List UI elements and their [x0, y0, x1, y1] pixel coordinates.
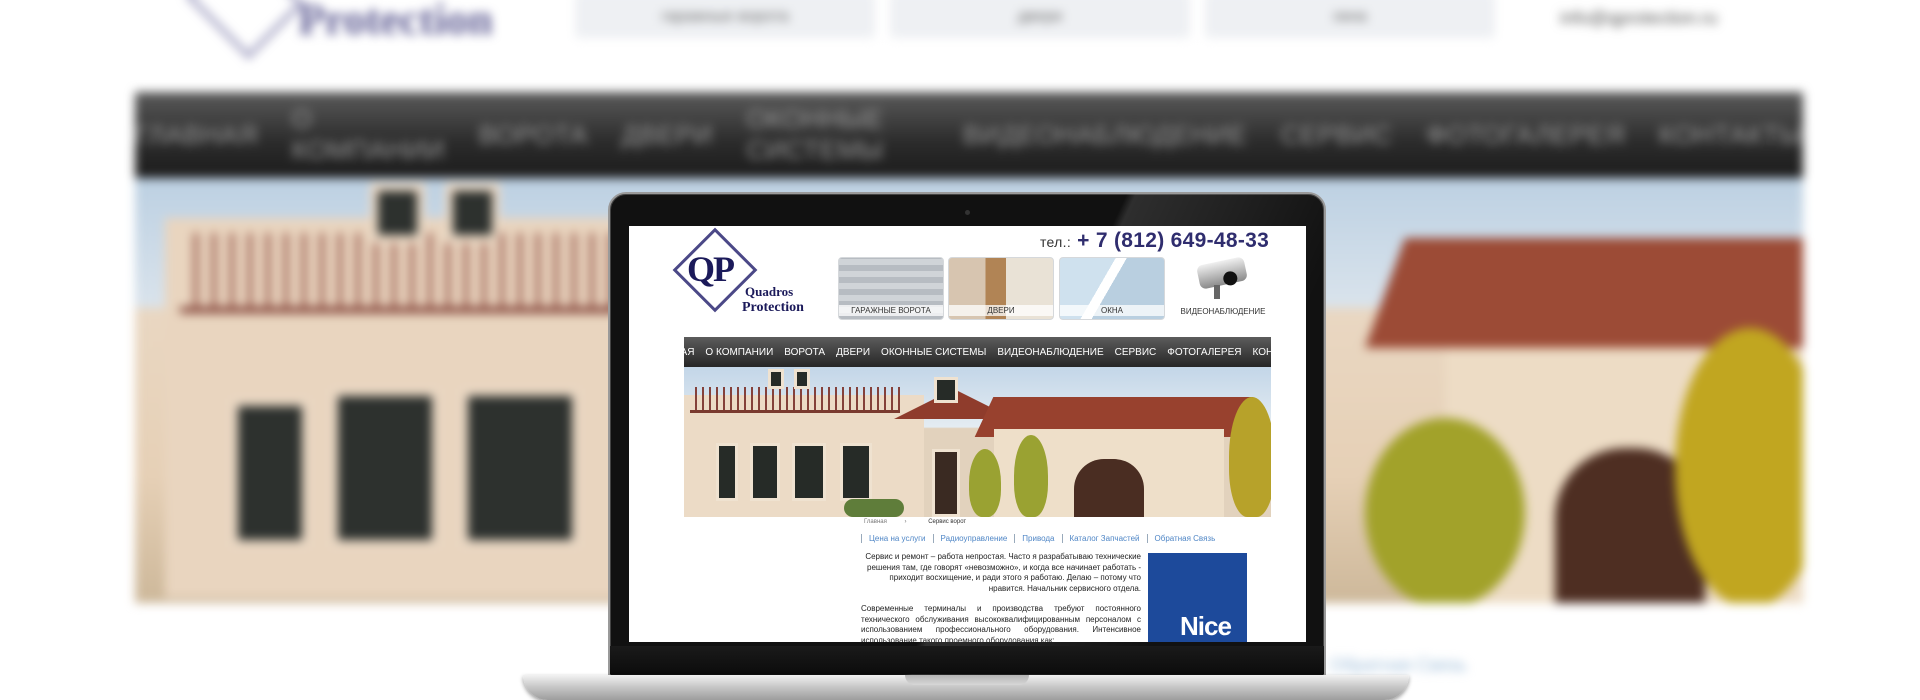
category-garage-doors[interactable]: ГАРАЖНЫЕ ВОРОТА — [838, 257, 944, 320]
nav-item-contacts[interactable]: КОНТАКТЫ — [1253, 347, 1307, 358]
bg-nav-item: О КОМПАНИИ — [291, 104, 445, 165]
subnav-drives[interactable]: Привода — [1014, 534, 1061, 543]
bg-nav-item: ФОТОГАЛЕРЕЯ — [1426, 119, 1625, 150]
phone-number: тел.: + 7 (812) 649-48-33 — [1040, 229, 1269, 253]
breadcrumb-separator: › — [904, 519, 907, 525]
camera-icon — [965, 210, 970, 215]
nice-brand-banner[interactable]: Nice — [1148, 553, 1247, 642]
category-label: ВИДЕОНАБЛЮДЕНИЕ — [1180, 307, 1266, 316]
bg-nav-bar: ГЛАВНАЯ О КОМПАНИИ ВОРОТА ДВЕРИ ОКОННЫЕ … — [135, 92, 1803, 178]
nav-item-doors[interactable]: ДВЕРИ — [836, 347, 870, 358]
phone-prefix: тел.: — [1040, 234, 1072, 250]
bg-email: info@qprotection.ru — [1560, 8, 1718, 28]
bg-nav-item: ВОРОТА — [478, 119, 588, 150]
laptop-bezel-bottom — [610, 646, 1324, 674]
nav-item-video[interactable]: ВИДЕОНАБЛЮДЕНИЕ — [997, 347, 1103, 358]
breadcrumb-current: Сервис ворот — [928, 519, 967, 525]
site-nav-bar: ГЛАВНАЯ О КОМПАНИИ ВОРОТА ДВЕРИ ОКОННЫЕ … — [649, 337, 1306, 367]
bg-nav-item: ДВЕРИ — [621, 119, 713, 150]
nav-item-home[interactable]: ГЛАВНАЯ — [649, 347, 695, 358]
nav-item-service[interactable]: СЕРВИС — [1115, 347, 1157, 358]
bg-nav-item: ОКОННЫЕ СИСТЕМЫ — [746, 104, 884, 165]
nice-logo-text: Nice — [1180, 611, 1232, 641]
logo-line2: Protection — [742, 300, 804, 315]
service-subnav: Цена на услуги Радиоуправление Привода К… — [861, 534, 1222, 543]
bg-nav-item: ВИДЕОНАБЛЮДЕНИЕ — [963, 119, 1247, 150]
bg-thumb-doors: двери — [890, 0, 1190, 38]
category-video-surveillance[interactable]: ВИДЕОНАБЛЮДЕНИЕ — [1170, 256, 1276, 320]
bg-nav-item: КОНТАКТЫ — [1658, 119, 1803, 150]
category-label: ОКНА — [1060, 305, 1164, 316]
subnav-parts-catalog[interactable]: Каталог Запчастей — [1061, 534, 1147, 543]
breadcrumb-home[interactable]: Главная — [864, 519, 887, 525]
mockup-stage: Protection гаражные ворота двери окна in… — [0, 0, 1920, 700]
body-paragraph: Современные терминалы и производства тре… — [861, 604, 1141, 642]
bg-logo-text: Protection — [298, 0, 493, 44]
bg-thumb-garage: гаражные ворота — [575, 0, 875, 38]
bg-nav-item: СЕРВИС — [1280, 119, 1393, 150]
bg-logo-mark — [184, 0, 306, 61]
nav-item-gallery[interactable]: ФОТОГАЛЕРЕЯ — [1167, 347, 1241, 358]
logo-line1: Quadros — [745, 284, 794, 299]
subnav-feedback[interactable]: Обратная Связь — [1146, 534, 1223, 543]
nav-item-windows[interactable]: ОКОННЫЕ СИСТЕМЫ — [881, 347, 986, 358]
nav-item-gates[interactable]: ВОРОТА — [784, 347, 825, 358]
laptop-notch — [905, 675, 1029, 685]
category-windows[interactable]: ОКНА — [1059, 257, 1165, 320]
subnav-prices[interactable]: Цена на услуги — [861, 534, 933, 543]
security-camera-icon — [1196, 256, 1248, 290]
bg-thumb-windows: окна — [1205, 0, 1495, 38]
category-label: ДВЕРИ — [949, 305, 1053, 316]
logo-mark[interactable]: QP — [687, 248, 735, 290]
category-doors[interactable]: ДВЕРИ — [948, 257, 1054, 320]
nav-item-about[interactable]: О КОМПАНИИ — [705, 347, 773, 358]
bg-nav-item: ГЛАВНАЯ — [135, 119, 258, 150]
intro-quote: Сервис и ремонт – работа непростая. Част… — [865, 552, 1141, 593]
bg-feedback-link: Обратная Связь — [1330, 655, 1467, 675]
phone-value: + 7 (812) 649-48-33 — [1077, 229, 1270, 252]
breadcrumb: Главная › Сервис ворот — [864, 519, 966, 525]
hero-house-image — [684, 367, 1271, 517]
category-label: ГАРАЖНЫЕ ВОРОТА — [839, 305, 943, 316]
laptop-screen: тел.: + 7 (812) 649-48-33 QP Quadros Pro… — [629, 226, 1306, 642]
subnav-radio-control[interactable]: Радиоуправление — [932, 534, 1015, 543]
